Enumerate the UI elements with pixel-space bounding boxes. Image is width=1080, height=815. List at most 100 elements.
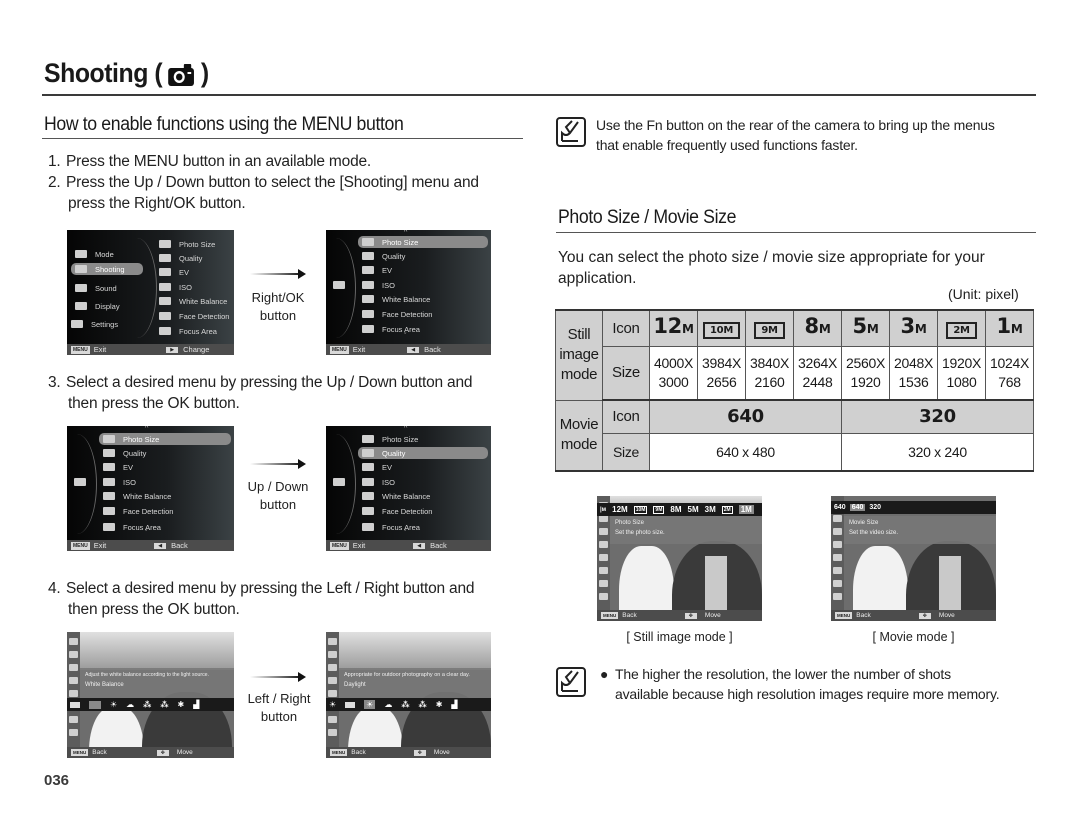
size-height: 1920 xyxy=(850,373,881,390)
menu-item: White Balance xyxy=(362,490,430,502)
step-text: Select a desired menu by pressing the Le… xyxy=(66,580,475,597)
daylight-icon: ☀ xyxy=(110,700,118,709)
size-width: 2048X xyxy=(894,354,933,371)
menu-item-label: ISO xyxy=(382,280,395,290)
iso-icon xyxy=(362,478,374,486)
move-key-icon: ✥ xyxy=(918,612,931,619)
quality-icon xyxy=(159,254,171,262)
menu-item: ISO xyxy=(159,281,192,293)
note-text: The higher the resolution, the lower the… xyxy=(615,664,1000,704)
size-option: 10M xyxy=(633,505,648,514)
left-key-icon: ◀ xyxy=(413,542,426,549)
size-cell: 4000X 3000 xyxy=(649,345,698,401)
icon-unit: M xyxy=(681,322,694,337)
size-cell: 3840X 2160 xyxy=(745,345,794,401)
category-settings: Settings xyxy=(67,318,132,330)
info-title: Movie Size xyxy=(849,520,879,526)
movie-option-selected: 640 xyxy=(849,504,866,511)
category-label: Display xyxy=(95,301,120,311)
face-detection-icon xyxy=(103,507,115,515)
photo-background xyxy=(338,632,491,670)
size-option-strip: |м 12M 10M 9M 8M 5M 3M 2M 1M xyxy=(597,503,762,516)
menu-item-label: Focus Area xyxy=(123,522,161,532)
size-width: 1024X xyxy=(990,354,1029,371)
menu-item: Face Detection xyxy=(362,308,432,320)
arrow-icon xyxy=(250,672,306,682)
menu-item-label: EV xyxy=(382,265,393,275)
camera-screen-shooting-menu-b: ^ Photo Size Quality EV ISO White Balanc… xyxy=(326,426,491,551)
size-2m-icon: 2M xyxy=(937,309,986,347)
category-display: Display xyxy=(71,300,136,312)
unit-label: (Unit: pixel) xyxy=(948,286,1019,302)
note-line: available because high resolution images… xyxy=(615,686,1000,702)
page-number: 036 xyxy=(44,772,70,789)
title-divider xyxy=(42,94,1036,96)
quality-icon xyxy=(103,449,115,457)
size-width: 2560X xyxy=(846,354,885,371)
size-height: 2160 xyxy=(754,373,785,390)
menu-item-label: Focus Area xyxy=(382,522,420,532)
face-detection-icon xyxy=(362,310,374,318)
movie-option: 320 xyxy=(869,504,882,511)
icon-number: 1 xyxy=(996,314,1012,339)
iso-icon xyxy=(362,281,374,289)
step-number: 2. xyxy=(48,174,61,191)
mode-label-line: Movie xyxy=(559,416,599,434)
move-key-icon: ✥ xyxy=(684,612,697,619)
iso-icon xyxy=(159,283,171,291)
menu-item: ISO xyxy=(362,279,395,291)
photo-size-icon xyxy=(103,435,115,443)
size-cell: 3984X 2656 xyxy=(697,345,746,401)
tip-line: that enable frequently used functions fa… xyxy=(596,137,858,153)
photo-size-table: Still image mode Icon 12M 10M 9M 8M 5M 3… xyxy=(555,309,1034,472)
ev-icon xyxy=(362,463,374,471)
info-desc: Appropriate for outdoor photography on a… xyxy=(344,672,470,678)
lcd-footer: MENU Exit ◀ Back xyxy=(67,540,234,551)
icon-number: 8 xyxy=(804,314,820,339)
menu-item-label: EV xyxy=(382,462,393,472)
menu-item-label: White Balance xyxy=(382,491,431,501)
size-option: 3M xyxy=(704,505,716,514)
menu-key: MENU xyxy=(835,612,853,619)
up-caret-icon: ^ xyxy=(404,426,408,432)
size-width: 3840X xyxy=(750,354,789,371)
category-label: Settings xyxy=(91,319,119,329)
info-title: Photo Size xyxy=(615,520,645,526)
custom-wb-icon xyxy=(89,700,101,709)
menu-item: Quality xyxy=(159,252,202,264)
icon-row-label: Icon xyxy=(602,399,650,434)
daylight-icon: ☀ xyxy=(364,700,376,709)
icon-unit: M xyxy=(1010,322,1023,337)
size-12m-icon: 12M xyxy=(649,309,698,347)
still-mode-caption: [ Still image mode ] xyxy=(626,630,733,644)
menu-item-label: Photo Size xyxy=(382,237,419,247)
icon-number: 12 xyxy=(653,314,682,339)
menu-item: White Balance xyxy=(362,293,430,305)
size-option: 5M xyxy=(687,505,699,514)
icon-number: 3 xyxy=(900,314,916,339)
category-sound: Sound xyxy=(71,282,136,294)
side-icon-column xyxy=(67,632,80,758)
lcd-footer: MENU Back ✥ Move xyxy=(67,747,234,758)
current-movie-size: 640 xyxy=(834,504,846,511)
menu-key: MENU xyxy=(71,541,90,550)
icon-unit: M xyxy=(866,322,879,337)
size-option: 12M xyxy=(612,505,628,514)
footer-left: Exit xyxy=(352,541,366,550)
down-caret-icon: ˇ xyxy=(145,530,148,537)
movie-option-strip: 640 640 320 xyxy=(831,501,996,514)
camera-icon xyxy=(333,478,345,486)
menu-item: Photo Size xyxy=(159,238,215,250)
section-heading-menu: How to enable functions using the MENU b… xyxy=(44,114,404,135)
menu-item-label: White Balance xyxy=(179,296,228,306)
menu-item: EV xyxy=(362,461,392,473)
white-balance-icon xyxy=(362,492,374,500)
footer-left: Back xyxy=(622,612,637,619)
icon-unit: M xyxy=(818,322,831,337)
category-label: Mode xyxy=(95,249,114,259)
menu-key: MENU xyxy=(71,345,90,354)
menu-item: Quality xyxy=(103,447,146,459)
move-key-icon: ✥ xyxy=(156,749,169,756)
white-balance-icon xyxy=(159,297,171,305)
menu-item-label: Face Detection xyxy=(123,506,174,516)
